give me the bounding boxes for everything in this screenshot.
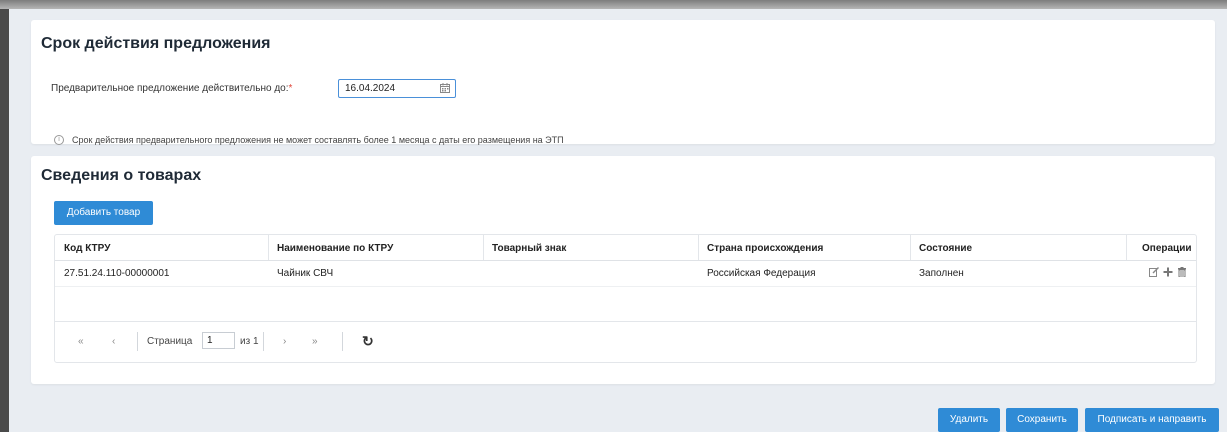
column-divider	[910, 235, 911, 260]
add-icon[interactable]	[1163, 267, 1173, 277]
validity-date-input[interactable]: 16.04.2024	[338, 79, 456, 98]
column-header-country[interactable]: Страна происхождения	[707, 243, 823, 254]
pager-divider	[342, 332, 343, 351]
window-frame-top	[0, 0, 1227, 9]
goods-section: Сведения о товарах Добавить товар Код КТ…	[31, 156, 1215, 384]
validity-hint: Срок действия предварительного предложен…	[72, 135, 564, 145]
column-divider	[483, 235, 484, 260]
page-total: из 1	[240, 336, 259, 347]
column-divider	[268, 235, 269, 260]
column-divider	[698, 235, 699, 260]
validity-section: Срок действия предложения Предварительно…	[31, 20, 1215, 145]
delete-button[interactable]: Удалить	[938, 408, 1000, 432]
pager-divider	[137, 332, 138, 351]
prev-page-button[interactable]: ‹	[112, 336, 115, 347]
page-number-input[interactable]: 1	[202, 332, 235, 349]
cell-ktru-name: Чайник СВЧ	[277, 268, 334, 279]
cell-status: Заполнен	[919, 268, 964, 279]
validity-label-text: Предварительное предложение действительн…	[51, 83, 289, 94]
table-header: Код КТРУ Наименование по КТРУ Товарный з…	[55, 235, 1196, 261]
cell-country: Российская Федерация	[707, 268, 816, 279]
goods-table: Код КТРУ Наименование по КТРУ Товарный з…	[54, 234, 1197, 363]
table-row[interactable]: 27.51.24.110-00000001 Чайник СВЧ Российс…	[55, 261, 1196, 287]
column-header-operations: Операции	[1142, 243, 1192, 254]
required-mark: *	[288, 83, 293, 94]
cell-ktru-code: 27.51.24.110-00000001	[64, 268, 170, 279]
first-page-button[interactable]: «	[78, 336, 84, 347]
sign-and-send-button[interactable]: Подписать и направить	[1085, 408, 1219, 432]
calendar-icon[interactable]	[440, 83, 450, 93]
page-label: Страница	[147, 336, 193, 347]
goods-title: Сведения о товарах	[41, 167, 202, 184]
next-page-button[interactable]: ›	[283, 336, 286, 347]
column-header-status[interactable]: Состояние	[919, 243, 972, 254]
edit-icon[interactable]	[1149, 267, 1159, 277]
column-header-trademark[interactable]: Товарный знак	[492, 243, 566, 254]
column-header-ktru-code[interactable]: Код КТРУ	[64, 243, 110, 254]
pagination: « ‹ Страница 1 из 1 › » ↻	[55, 321, 1196, 363]
save-button[interactable]: Сохранить	[1006, 408, 1078, 432]
trash-icon[interactable]	[1177, 267, 1187, 277]
pager-divider	[263, 332, 264, 351]
validity-title: Срок действия предложения	[41, 35, 271, 52]
column-divider	[1126, 235, 1127, 260]
last-page-button[interactable]: »	[312, 336, 318, 347]
row-operations	[1149, 267, 1187, 277]
column-header-ktru-name[interactable]: Наименование по КТРУ	[277, 243, 393, 254]
date-value: 16.04.2024	[345, 83, 396, 94]
refresh-icon[interactable]: ↻	[362, 333, 374, 350]
window-frame-left	[0, 0, 9, 432]
add-goods-button[interactable]: Добавить товар	[54, 201, 153, 225]
validity-field-label: Предварительное предложение действительн…	[51, 83, 292, 94]
info-icon: i	[54, 135, 64, 145]
